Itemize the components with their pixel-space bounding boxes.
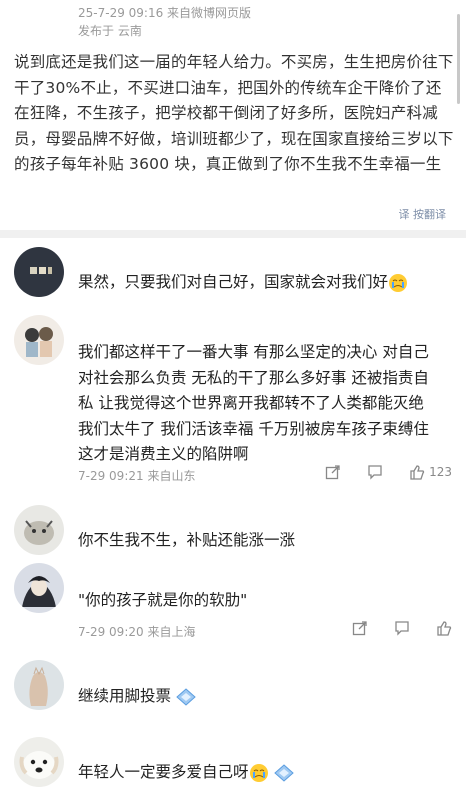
thumbs-up-icon	[410, 465, 425, 480]
weibo-post: 25-7-29 09:16 来自微博网页版 发布于 云南 说到底还是我们这一届的…	[0, 0, 466, 230]
crying-face-icon	[249, 763, 268, 782]
section-divider	[0, 230, 466, 238]
avatar-image	[29, 666, 48, 706]
avatar-image	[25, 327, 53, 357]
comment-text: "你的孩子就是你的软肋"	[78, 591, 248, 609]
comment-text: 果然，只要我们对自己好，国家就会对我们好	[78, 270, 408, 296]
diamond-icon	[176, 687, 196, 706]
reply-button[interactable]	[367, 464, 383, 480]
share-button[interactable]	[352, 620, 368, 636]
post-body: 说到底还是我们这一届的年轻人给力。不买房，生生把房价往下干了30%不止，不买进口…	[14, 53, 454, 173]
translate-button[interactable]: 译 按翻译	[399, 206, 447, 222]
thumbs-up-icon	[437, 621, 452, 636]
comment-text: 我们都这样干了一番大事 有那么坚定的决心 对自己 对社会那么负责 无私的干了那么…	[78, 343, 429, 463]
comment-actions	[352, 620, 452, 636]
avatar-image	[19, 751, 59, 779]
like-button[interactable]	[436, 620, 452, 636]
crying-face-icon	[389, 273, 408, 292]
comment-text: 你不生我不生，补贴还能涨一涨	[78, 531, 296, 549]
avatar[interactable]	[14, 737, 64, 787]
avatar[interactable]	[14, 505, 64, 555]
comment-meta: 7-29 09:20 来自上海	[78, 625, 196, 639]
avatar-image	[24, 520, 54, 545]
comment-icon	[395, 621, 409, 636]
comment-text: 年轻人一定要多爱自己呀	[78, 760, 295, 786]
share-icon	[325, 465, 340, 480]
avatar[interactable]	[14, 660, 64, 710]
comment-meta: 7-29 09:21 来自山东	[78, 469, 196, 483]
avatar[interactable]	[14, 247, 64, 297]
share-icon	[352, 621, 367, 636]
avatar[interactable]	[14, 563, 64, 613]
like-button[interactable]: 123	[409, 464, 452, 480]
scrollbar[interactable]	[457, 14, 460, 104]
like-count: 123	[429, 465, 452, 479]
avatar-image	[30, 267, 52, 274]
avatar[interactable]	[14, 315, 64, 365]
share-button[interactable]	[325, 464, 341, 480]
diamond-icon	[273, 763, 294, 782]
comment-icon	[368, 465, 382, 480]
post-location: 发布于 云南	[78, 24, 142, 38]
comment-actions: 123	[325, 464, 452, 480]
post-timestamp: 25-7-29 09:16 来自微博网页版	[78, 6, 252, 20]
avatar-image	[22, 576, 56, 607]
comment-text: 继续用脚投票	[78, 684, 197, 710]
reply-button[interactable]	[394, 620, 410, 636]
